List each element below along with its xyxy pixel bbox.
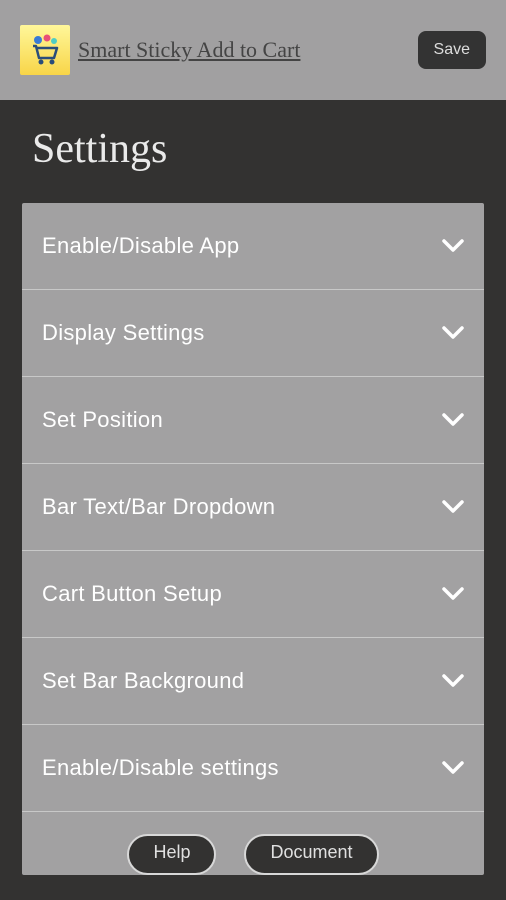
page-title: Settings (22, 125, 484, 173)
save-button[interactable]: Save (418, 31, 486, 69)
settings-panel: Enable/Disable App Display Settings Set … (22, 203, 484, 875)
chevron-down-icon (442, 587, 464, 601)
chevron-down-icon (442, 674, 464, 688)
chevron-down-icon (442, 326, 464, 340)
accordion-label: Enable/Disable settings (42, 755, 279, 781)
app-title-link[interactable]: Smart Sticky Add to Cart (78, 37, 300, 63)
accordion-enable-disable-app[interactable]: Enable/Disable App (22, 203, 484, 290)
chevron-down-icon (442, 500, 464, 514)
accordion-display-settings[interactable]: Display Settings (22, 290, 484, 377)
chevron-down-icon (442, 239, 464, 253)
accordion-cart-button-setup[interactable]: Cart Button Setup (22, 551, 484, 638)
top-bar: Smart Sticky Add to Cart Save (0, 0, 506, 100)
accordion-set-bar-background[interactable]: Set Bar Background (22, 638, 484, 725)
accordion-label: Bar Text/Bar Dropdown (42, 494, 275, 520)
accordion-label: Set Position (42, 407, 163, 433)
chevron-down-icon (442, 413, 464, 427)
app-title-wrap: Smart Sticky Add to Cart (20, 25, 300, 75)
accordion-label: Set Bar Background (42, 668, 244, 694)
accordion-label: Cart Button Setup (42, 581, 222, 607)
app-logo-icon (20, 25, 70, 75)
document-button[interactable]: Document (244, 834, 378, 875)
main-area: Settings Enable/Disable App Display Sett… (0, 100, 506, 900)
accordion-set-position[interactable]: Set Position (22, 377, 484, 464)
help-button[interactable]: Help (127, 834, 216, 875)
chevron-down-icon (442, 761, 464, 775)
accordion-enable-disable-settings[interactable]: Enable/Disable settings (22, 725, 484, 812)
accordion-label: Display Settings (42, 320, 205, 346)
accordion-bar-text-dropdown[interactable]: Bar Text/Bar Dropdown (22, 464, 484, 551)
accordion-label: Enable/Disable App (42, 233, 239, 259)
footer-button-row: Help Document (22, 812, 484, 875)
